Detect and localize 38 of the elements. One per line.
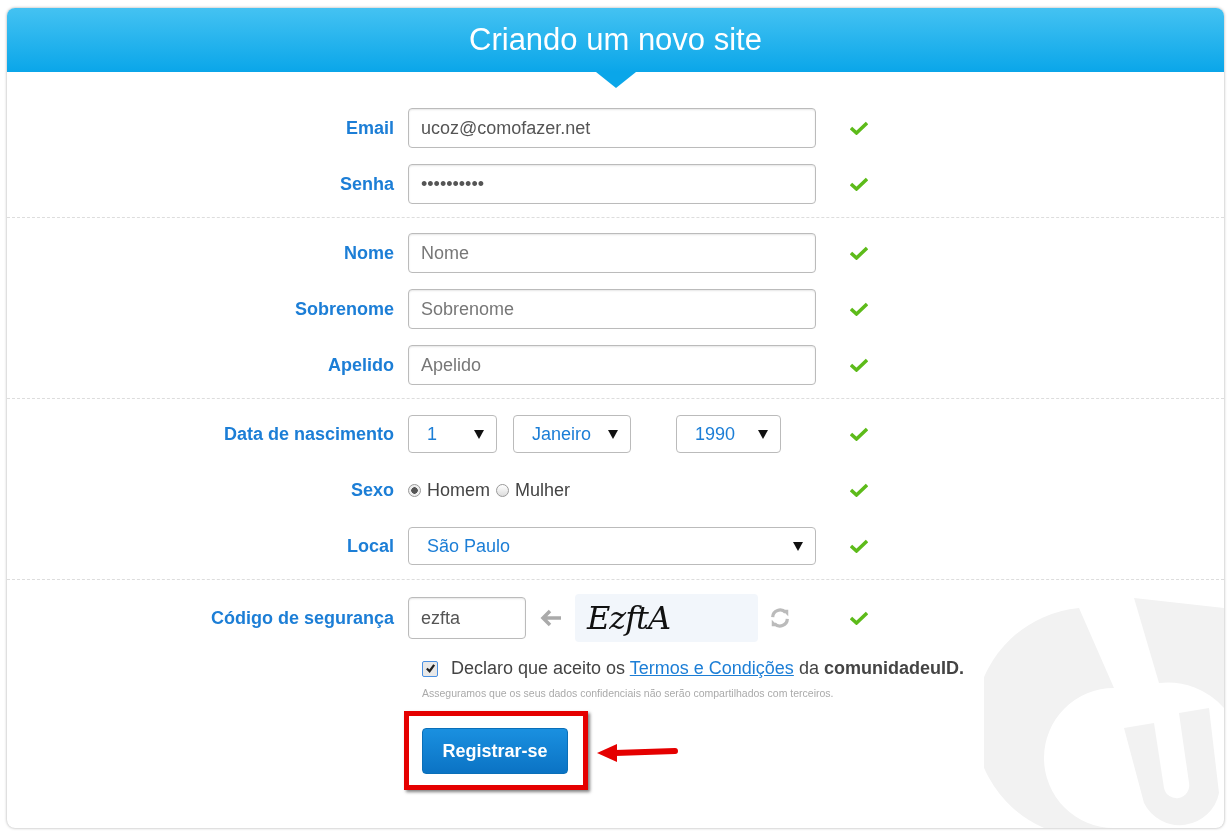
dropdown[interactable]: 1 bbox=[408, 415, 497, 453]
checkbox[interactable] bbox=[422, 660, 438, 677]
caret-icon bbox=[793, 541, 803, 551]
field-label: Data de nascimento bbox=[222, 423, 395, 445]
text-field[interactable]: •••••••••• bbox=[408, 164, 816, 204]
pointing-arrow-icon bbox=[595, 741, 679, 764]
caret-icon bbox=[608, 429, 618, 439]
field-label: Nome bbox=[343, 242, 395, 264]
field-label: Local bbox=[346, 535, 395, 557]
captcha-field[interactable]: ezfta bbox=[408, 597, 526, 639]
register-button[interactable]: Registrar-se bbox=[422, 728, 568, 774]
field-label: Senha bbox=[338, 173, 395, 195]
left-arrow-icon bbox=[540, 609, 562, 627]
field-label: Código de segurança bbox=[209, 607, 395, 629]
radio-label: Homem bbox=[427, 479, 490, 501]
privacy-note: Asseguramos que os seus dados confidenciais não serão compartilhados com terceiros. bbox=[422, 687, 835, 699]
terms-text: Declaro que aceito os Termos e Condições da comunidadeuID. bbox=[451, 658, 964, 679]
checkmark-icon bbox=[424, 663, 436, 674]
field-label: Email bbox=[344, 117, 395, 139]
terms-link[interactable]: Termos e Condições bbox=[629, 658, 794, 678]
field-label: Apelido bbox=[327, 354, 395, 376]
text-field[interactable]: ucoz@comofazer.net bbox=[408, 108, 816, 148]
radio-label: Mulher bbox=[515, 479, 571, 501]
captcha-image: EzftA bbox=[575, 594, 758, 642]
text-field[interactable]: Nome bbox=[408, 233, 816, 273]
radio-button[interactable] bbox=[408, 483, 421, 497]
caret-icon bbox=[758, 429, 768, 439]
text-field[interactable]: Apelido bbox=[408, 345, 816, 385]
field-label: Sobrenome bbox=[293, 298, 395, 320]
header-pointer bbox=[595, 72, 636, 88]
dropdown[interactable]: São Paulo bbox=[408, 527, 816, 565]
field-label: Sexo bbox=[349, 479, 395, 501]
radio-button[interactable] bbox=[496, 483, 509, 497]
text-field[interactable]: Sobrenome bbox=[408, 289, 816, 329]
caret-icon bbox=[474, 429, 484, 439]
dropdown[interactable]: Janeiro bbox=[513, 415, 631, 453]
dropdown[interactable]: 1990 bbox=[676, 415, 781, 453]
page-title: Criando um novo site bbox=[469, 22, 762, 58]
